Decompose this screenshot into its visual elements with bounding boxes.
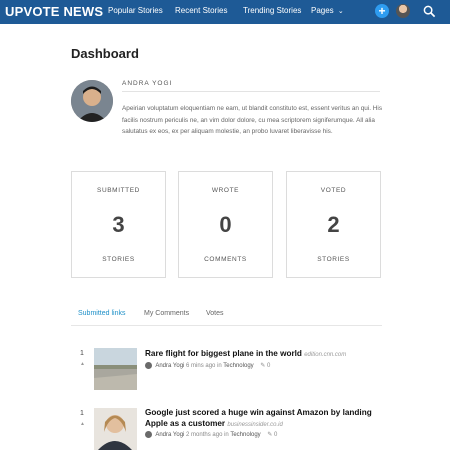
page-title: Dashboard [71, 46, 139, 61]
comment-count: 0 [267, 363, 271, 370]
stat-unit: STORIES [102, 256, 135, 263]
story-meta: Andra Yogi 2 months ago in Technology ✎ … [145, 431, 277, 438]
nav-link-popular[interactable]: Popular Stories [108, 6, 163, 15]
stat-card-wrote: WROTE 0 COMMENTS [178, 171, 273, 278]
profile-divider [122, 91, 380, 92]
tabs-divider [71, 325, 382, 326]
comment-icon: ✎ [267, 432, 273, 439]
nav-link-recent[interactable]: Recent Stories [175, 6, 227, 15]
story-category[interactable]: Technology [230, 432, 260, 438]
profile-avatar [71, 80, 113, 122]
story-author[interactable]: Andra Yogi [155, 432, 184, 438]
chevron-down-icon: ⌄ [337, 8, 344, 15]
stat-label: WROTE [211, 187, 240, 194]
story-meta: Andra Yogi 6 mins ago in Technology ✎ 0 [145, 362, 270, 369]
stat-number: 3 [112, 212, 125, 237]
story-time: 6 mins ago in [186, 363, 222, 370]
profile-name: ANDRA YOGI [122, 80, 173, 87]
story-rank: 1 [80, 410, 84, 417]
story-time: 2 months ago in [186, 432, 229, 439]
author-avatar [145, 431, 152, 438]
stat-unit: STORIES [317, 256, 350, 263]
story-title-text: Rare flight for biggest plane in the wor… [145, 349, 302, 358]
nav-link-trending[interactable]: Trending Stories [243, 6, 301, 15]
add-story-button[interactable]: + [375, 4, 389, 18]
story-title[interactable]: Rare flight for biggest plane in the wor… [145, 348, 395, 361]
stat-label: VOTED [320, 187, 347, 194]
nav-link-pages[interactable]: Pages ⌄ [311, 6, 344, 15]
story-author[interactable]: Andra Yogi [155, 363, 184, 369]
search-icon[interactable] [423, 5, 436, 18]
story-category[interactable]: Technology [223, 363, 253, 369]
upvote-arrow-icon[interactable]: ▲ [80, 361, 85, 367]
nav-pages-label: Pages [311, 6, 334, 15]
story-source: businessinsider.co.id [227, 422, 283, 428]
user-avatar[interactable] [396, 4, 410, 18]
tab-my-comments[interactable]: My Comments [144, 310, 189, 317]
tab-submitted-links[interactable]: Submitted links [78, 310, 125, 317]
story-thumbnail[interactable] [94, 408, 137, 450]
stat-card-submitted: SUBMITTED 3 STORIES [71, 171, 166, 278]
story-rank: 1 [80, 350, 84, 357]
stat-unit: COMMENTS [204, 256, 247, 263]
site-logo[interactable]: UPVOTE NEWS [5, 4, 103, 19]
stat-label: SUBMITTED [97, 187, 140, 194]
upvote-arrow-icon[interactable]: ▲ [80, 421, 85, 427]
comment-count: 0 [274, 432, 278, 439]
story-title[interactable]: Google just scored a huge win against Am… [145, 407, 395, 431]
stat-card-voted: VOTED 2 STORIES [286, 171, 381, 278]
top-navbar: UPVOTE NEWS Popular Stories Recent Stori… [0, 0, 450, 24]
stat-number: 2 [327, 212, 340, 237]
author-avatar [145, 362, 152, 369]
tab-votes[interactable]: Votes [206, 310, 224, 317]
story-source: edition.cnn.com [304, 352, 347, 358]
comment-icon: ✎ [260, 363, 266, 370]
stat-number: 0 [219, 212, 232, 237]
profile-bio: Apeirian voluptatum eloquentiam ne eam, … [122, 105, 383, 135]
story-thumbnail[interactable] [94, 348, 137, 390]
